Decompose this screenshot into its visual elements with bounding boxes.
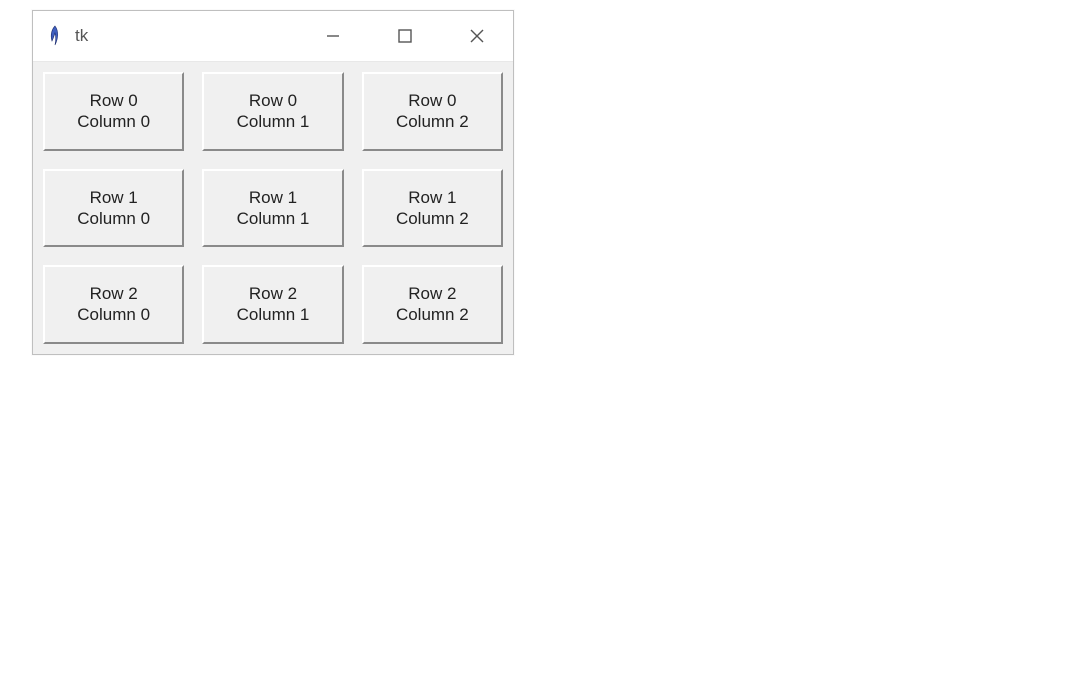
grid-button-r0-c0[interactable]: Row 0 Column 0 xyxy=(43,72,184,151)
close-icon xyxy=(469,28,485,44)
titlebar[interactable]: tk xyxy=(33,11,513,62)
grid-button-r2-c2[interactable]: Row 2 Column 2 xyxy=(362,265,503,344)
app-window: tk Row 0 Column 0 Row xyxy=(32,10,514,355)
maximize-icon xyxy=(397,28,413,44)
grid-button-r1-c1[interactable]: Row 1 Column 1 xyxy=(202,169,343,248)
minimize-button[interactable] xyxy=(297,11,369,61)
close-button[interactable] xyxy=(441,11,513,61)
grid-button-r2-c0[interactable]: Row 2 Column 0 xyxy=(43,265,184,344)
grid-button-r2-c1[interactable]: Row 2 Column 1 xyxy=(202,265,343,344)
button-grid: Row 0 Column 0 Row 0 Column 1 Row 0 Colu… xyxy=(43,72,503,344)
grid-button-r1-c2[interactable]: Row 1 Column 2 xyxy=(362,169,503,248)
grid-button-r0-c2[interactable]: Row 0 Column 2 xyxy=(362,72,503,151)
grid-button-r1-c0[interactable]: Row 1 Column 0 xyxy=(43,169,184,248)
grid-button-r0-c1[interactable]: Row 0 Column 1 xyxy=(202,72,343,151)
app-feather-icon xyxy=(45,24,65,48)
minimize-icon xyxy=(325,28,341,44)
client-area: Row 0 Column 0 Row 0 Column 1 Row 0 Colu… xyxy=(33,62,513,354)
maximize-button[interactable] xyxy=(369,11,441,61)
window-controls xyxy=(297,11,513,61)
window-title: tk xyxy=(75,26,88,46)
